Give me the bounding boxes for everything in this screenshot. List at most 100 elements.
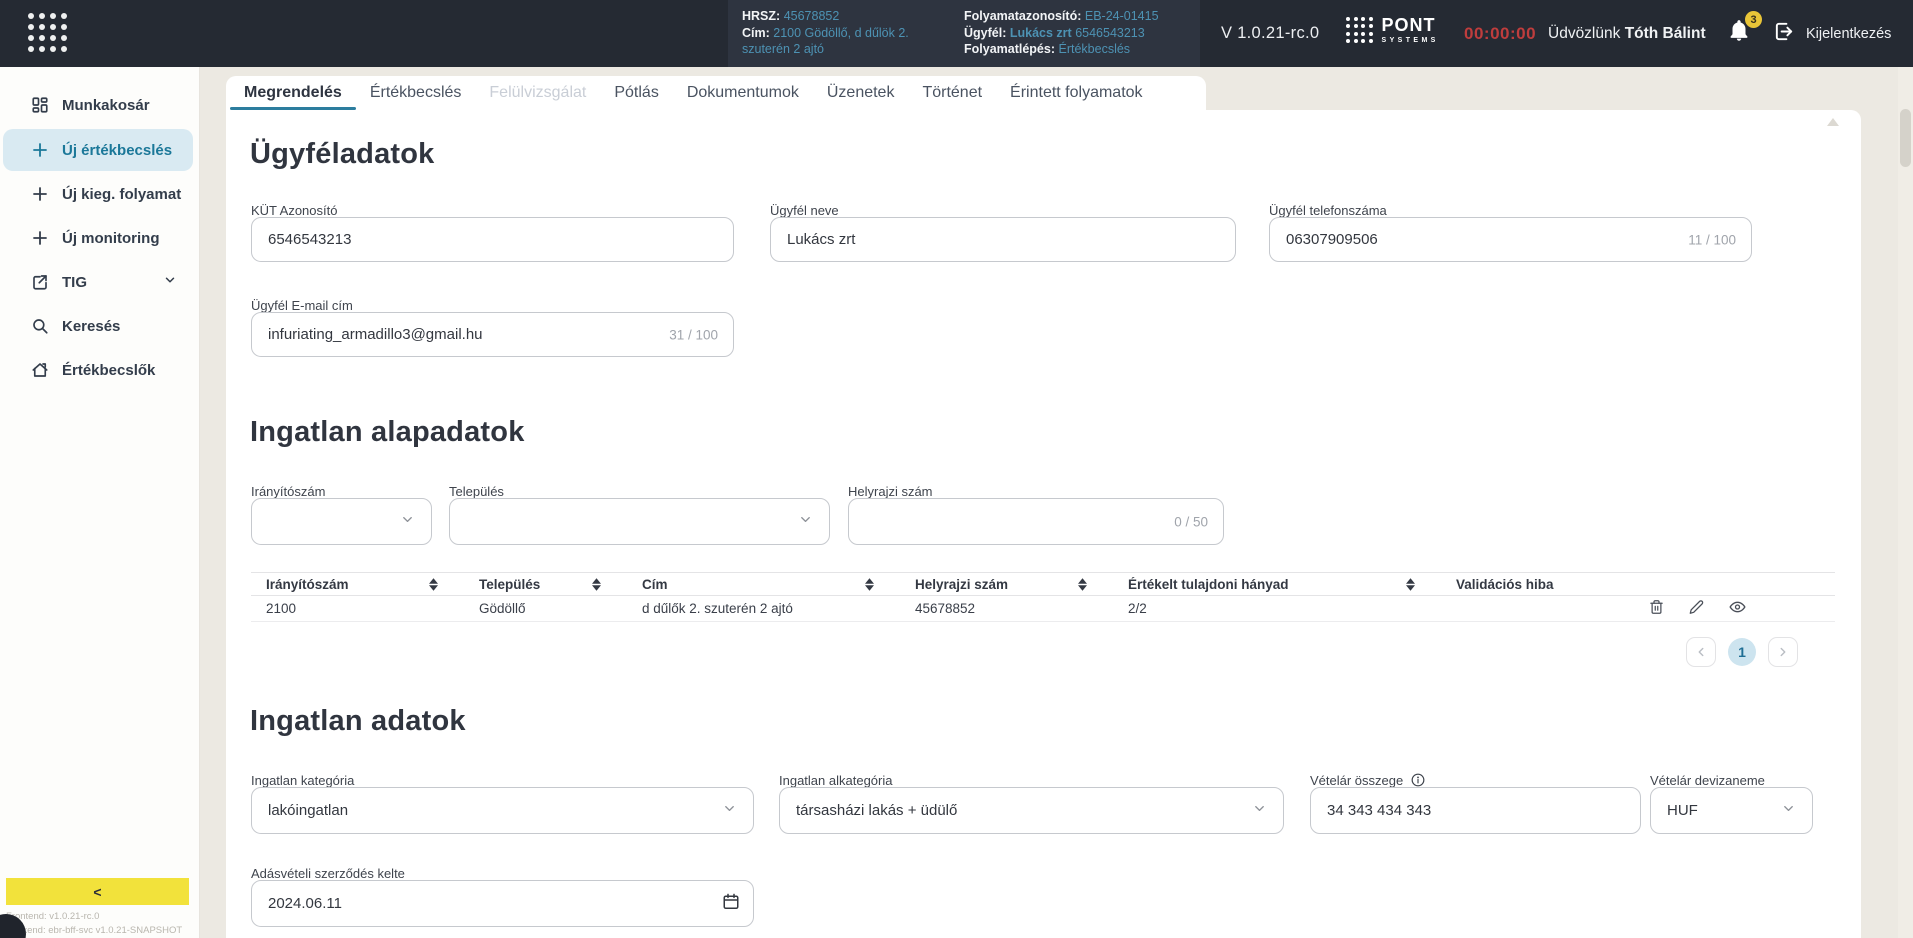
ugyfel-telefon-label: Ügyfél telefonszáma	[1269, 203, 1387, 218]
search-icon	[30, 317, 49, 336]
tab-megrendeles[interactable]: Megrendelés	[230, 76, 356, 110]
telepules-label: Település	[449, 484, 504, 499]
telepules-select[interactable]	[449, 498, 830, 545]
sidebar-item-uj-kieg-folyamat[interactable]: Új kieg. folyamat	[3, 173, 193, 215]
chevron-left-icon: <	[93, 884, 101, 900]
kut-azonosito-field[interactable]	[251, 217, 734, 262]
tab-dokumentumok[interactable]: Dokumentumok	[673, 76, 813, 110]
column-validacios-hiba: Validációs hiba	[1441, 577, 1641, 592]
grid-icon	[30, 96, 49, 115]
plus-icon	[30, 185, 49, 204]
sort-icon[interactable]	[1406, 578, 1415, 591]
tab-tortenet[interactable]: Történet	[908, 76, 996, 110]
ugyfel-telefon-field[interactable]: 11 / 100	[1269, 217, 1752, 262]
process-id-line: Folyamatazonosító: EB-24-01415	[964, 8, 1174, 25]
app-version: V 1.0.21-rc.0	[1221, 24, 1319, 43]
tab-potlas[interactable]: Pótlás	[600, 76, 672, 110]
top-header-bar: HRSZ: 45678852 Cím: 2100 Gödöllő, d dűlö…	[0, 0, 1913, 67]
calendar-icon[interactable]	[722, 892, 740, 915]
section-title-ugyfeladatok: Ügyféladatok	[250, 138, 435, 171]
ingatlan-kategoria-select[interactable]: lakóingatlan	[251, 787, 754, 834]
sort-icon[interactable]	[1078, 578, 1087, 591]
vetelar-devizanem-select[interactable]: HUF	[1650, 787, 1813, 834]
delete-row-button[interactable]	[1649, 599, 1664, 618]
pont-logo-dots-icon	[1346, 17, 1373, 44]
tab-uzenetek[interactable]: Üzenetek	[813, 76, 909, 110]
user-name: Tóth Bálint	[1625, 25, 1706, 42]
column-cim: Cím	[627, 577, 900, 592]
notifications-button[interactable]: 3	[1726, 18, 1756, 48]
pagination-current-page[interactable]: 1	[1728, 638, 1756, 666]
ingatlan-alkategoria-label: Ingatlan alkategória	[779, 773, 892, 788]
client-line: Ügyfél: Lukács zrt 6546543213	[964, 25, 1174, 42]
sidebar-item-kereses[interactable]: Keresés	[3, 305, 193, 347]
house-icon	[30, 361, 49, 380]
kut-azonosito-input[interactable]	[251, 217, 734, 262]
szerzodes-kelte-label: Adásvételi szerződés kelte	[251, 866, 405, 881]
helyrajzi-szam-label: Helyrajzi szám	[848, 484, 933, 499]
ingatlan-alkategoria-select[interactable]: társasházi lakás + üdülő	[779, 787, 1284, 834]
cim-line: Cím: 2100 Gödöllő, d dűlök 2. szuterén 2…	[742, 25, 938, 58]
logout-button[interactable]: Kijelentkezés	[1773, 20, 1891, 48]
sort-icon[interactable]	[592, 578, 601, 591]
chevron-down-icon	[1781, 801, 1796, 820]
notification-badge: 3	[1745, 11, 1762, 28]
edit-row-button[interactable]	[1689, 599, 1704, 618]
chevron-down-icon	[798, 512, 813, 531]
session-timer: 00:00:00	[1464, 24, 1536, 44]
app-logo-dots-icon	[28, 13, 67, 52]
pagination-prev-button[interactable]	[1686, 637, 1716, 667]
section-title-ingatlan-adatok: Ingatlan adatok	[250, 705, 466, 738]
sidebar-item-uj-monitoring[interactable]: Új monitoring	[3, 217, 193, 259]
table-row: 2100 Gödöllő d dűlők 2. szuterén 2 ajtó …	[251, 596, 1835, 622]
column-ertekelt-hanyad: Értékelt tulajdoni hányad	[1113, 577, 1441, 592]
tab-bar: Megrendelés Értékbecslés Felülvizsgálat …	[226, 76, 1206, 110]
ugyfel-neve-label: Ügyfél neve	[770, 203, 839, 218]
logout-icon	[1773, 20, 1796, 48]
logo-subtext: SYSTEMS	[1382, 37, 1439, 44]
sidebar-collapse-button[interactable]: <	[6, 878, 189, 905]
vetelar-osszege-input[interactable]	[1310, 787, 1641, 834]
tab-ertekbecsles[interactable]: Értékbecslés	[356, 76, 476, 110]
sidebar-item-tig[interactable]: TIG	[3, 261, 193, 303]
ugyfel-neve-field[interactable]	[770, 217, 1236, 262]
helyrajzi-szam-field[interactable]: 0 / 50	[848, 498, 1224, 545]
view-row-button[interactable]	[1729, 599, 1746, 618]
section-title-ingatlan-alapadatok: Ingatlan alapadatok	[250, 416, 525, 449]
scrollbar-thumb[interactable]	[1900, 109, 1911, 167]
logout-label: Kijelentkezés	[1806, 26, 1891, 42]
sidebar-item-uj-ertekbecsles[interactable]: Új értékbecslés	[3, 129, 193, 171]
column-telepules: Település	[464, 577, 627, 592]
sort-icon[interactable]	[429, 578, 438, 591]
greeting: Üdvözlünk Tóth Bálint	[1548, 25, 1706, 43]
cell-telepules: Gödöllő	[464, 601, 627, 616]
szerzodes-kelte-field[interactable]	[251, 880, 754, 927]
sidebar-item-munkakosar[interactable]: Munkakosár	[3, 84, 193, 126]
szerzodes-kelte-input[interactable]	[251, 880, 754, 927]
pencil-icon	[1689, 599, 1704, 618]
ugyfel-telefon-input[interactable]	[1269, 217, 1752, 262]
pagination-next-button[interactable]	[1768, 637, 1798, 667]
ugyfel-email-input[interactable]	[251, 312, 734, 357]
iranyitoszam-label: Irányítószám	[251, 484, 325, 499]
plus-icon	[30, 141, 49, 160]
tab-felulvizsgalat: Felülvizsgálat	[475, 76, 600, 110]
chevron-down-icon	[722, 801, 737, 820]
ugyfel-neve-input[interactable]	[770, 217, 1236, 262]
kut-azonosito-label: KÜT Azonosító	[251, 203, 337, 218]
column-helyrajzi-szam: Helyrajzi szám	[900, 577, 1113, 592]
sort-icon[interactable]	[865, 578, 874, 591]
helyrajzi-szam-input[interactable]	[848, 498, 1224, 545]
trash-icon	[1649, 599, 1664, 618]
process-step-line: Folyamatlépés: Értékbecslés	[964, 41, 1174, 58]
sidebar-item-ertekbecslok[interactable]: Értékbecslők	[3, 349, 193, 391]
vetelar-osszege-field[interactable]	[1310, 787, 1641, 834]
ugyfel-email-field[interactable]: 31 / 100	[251, 312, 734, 357]
chevron-down-icon	[400, 512, 415, 531]
column-iranyitoszam: Irányítószám	[251, 577, 464, 592]
tab-erintett-folyamatok[interactable]: Érintett folyamatok	[996, 76, 1157, 110]
iranyitoszam-select[interactable]	[251, 498, 432, 545]
page-scrollbar	[1898, 67, 1913, 938]
table-pagination: 1	[1686, 637, 1798, 667]
eye-icon	[1729, 599, 1746, 618]
